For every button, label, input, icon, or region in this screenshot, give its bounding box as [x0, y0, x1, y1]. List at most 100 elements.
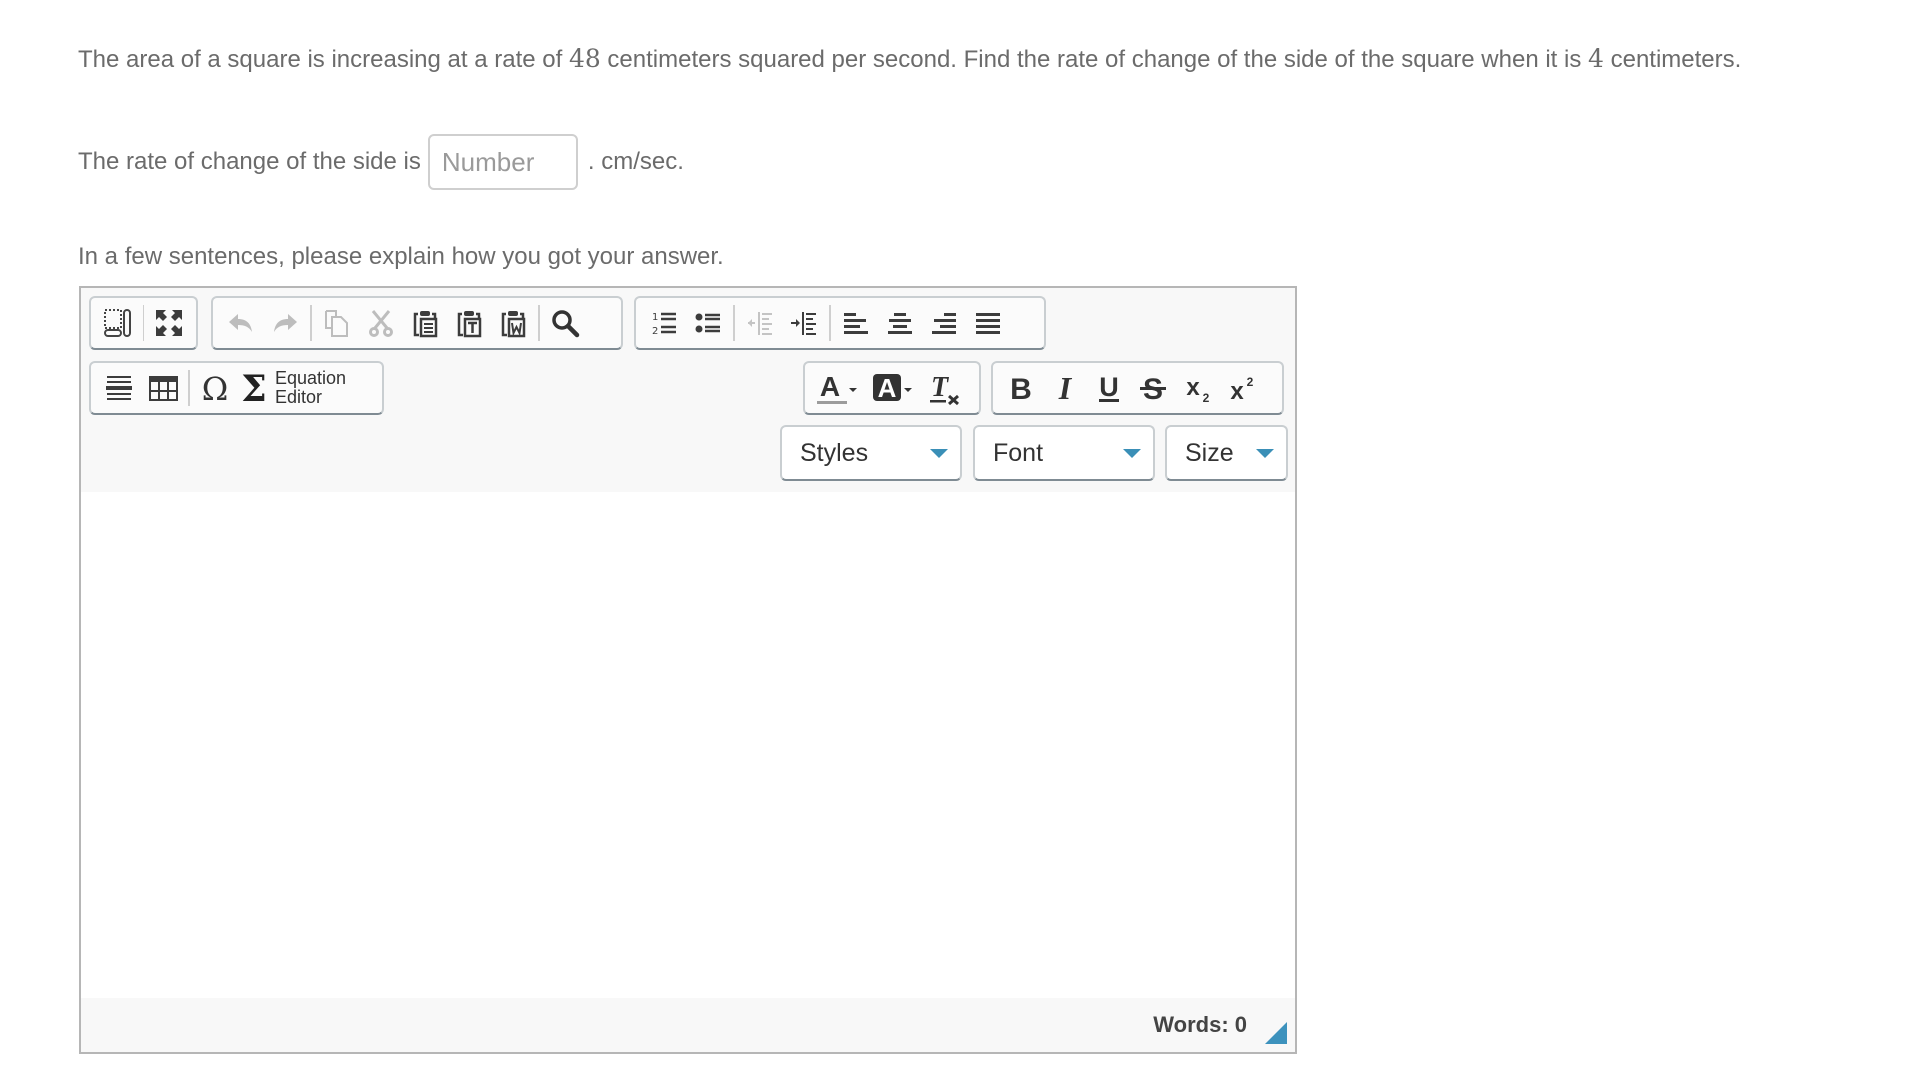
caret-down-icon: [1256, 449, 1274, 458]
undo-button[interactable]: [219, 301, 263, 345]
justify-icon: [976, 313, 1000, 334]
paste-as-text-button[interactable]: [447, 301, 491, 345]
size-dropdown-label: Size: [1185, 438, 1234, 467]
superscript-button[interactable]: x2: [1219, 366, 1263, 410]
find-button[interactable]: [543, 301, 587, 345]
toolbar-group-paragraph: 12: [634, 296, 1046, 350]
horizontal-line-icon: [106, 376, 132, 400]
svg-text:Ω: Ω: [202, 372, 229, 404]
equation-editor-button[interactable]: Σ Equation Editor: [237, 369, 346, 407]
editor-toolbar: 12 Ω Σ Equation Editor A A T B I U S x 2…: [81, 288, 1295, 494]
bold-button[interactable]: B: [999, 366, 1043, 410]
toolbar-group-view: [89, 296, 198, 350]
editor-content-area[interactable]: [81, 492, 1295, 1000]
resize-handle-icon[interactable]: [1265, 1022, 1287, 1044]
toolbar-group-clipboard: [211, 296, 623, 350]
undo-icon: [229, 314, 252, 332]
size-dropdown[interactable]: Size: [1165, 425, 1288, 481]
svg-text:I: I: [1058, 373, 1073, 403]
svg-text:Σ: Σ: [241, 371, 266, 405]
justify-button[interactable]: [966, 301, 1010, 345]
answer-prefix: The rate of change of the side is: [78, 148, 421, 175]
svg-text:1: 1: [652, 312, 658, 323]
styles-dropdown-label: Styles: [800, 438, 869, 467]
svg-text:x: x: [1186, 374, 1200, 401]
bold-icon: B: [1010, 373, 1032, 403]
italic-icon: I: [1058, 373, 1073, 403]
side-value: 4: [1588, 44, 1604, 73]
underline-button[interactable]: U: [1087, 366, 1131, 410]
align-center-button[interactable]: [878, 301, 922, 345]
svg-text:A: A: [820, 371, 840, 402]
toolbar-separator: [188, 370, 190, 406]
svg-text:2: 2: [652, 326, 658, 337]
remove-format-button[interactable]: T: [923, 366, 967, 410]
align-right-icon: [932, 313, 956, 334]
subscript-button[interactable]: x2: [1175, 366, 1219, 410]
maximize-icon: [155, 310, 182, 336]
font-dropdown[interactable]: Font: [973, 425, 1155, 481]
caret-down-icon: [930, 449, 948, 458]
answer-row: The rate of change of the side is . cm/s…: [78, 132, 684, 192]
align-center-icon: [888, 313, 912, 334]
toolbar-separator: [829, 305, 831, 341]
caret-down-icon: [1123, 449, 1141, 458]
word-count: Words: 0: [1153, 1012, 1247, 1037]
svg-text:A: A: [878, 373, 897, 403]
align-right-button[interactable]: [922, 301, 966, 345]
horizontal-line-button[interactable]: [97, 366, 141, 410]
toolbar-group-insert: Ω Σ Equation Editor: [89, 361, 384, 415]
rate-answer-input[interactable]: [427, 134, 578, 190]
align-left-icon: [844, 313, 868, 334]
text-color-button[interactable]: A: [811, 366, 867, 410]
question-part: centimeters.: [1603, 46, 1742, 73]
copy-button[interactable]: [315, 301, 359, 345]
question-part: The area of a square is increasing at a …: [78, 46, 569, 73]
numbered-list-button[interactable]: 12: [642, 301, 686, 345]
svg-text:T: T: [931, 372, 950, 403]
redo-icon: [274, 314, 297, 332]
svg-text:2: 2: [1247, 375, 1254, 389]
redo-button[interactable]: [263, 301, 307, 345]
toolbar-separator: [538, 305, 540, 341]
bulleted-list-icon: [695, 313, 720, 333]
superscript-icon: x2: [1230, 375, 1254, 403]
show-blocks-icon: [104, 309, 132, 337]
toolbar-separator: [310, 305, 312, 341]
svg-text:x: x: [1230, 378, 1244, 403]
paste-icon: [413, 311, 438, 338]
text-color-icon: A: [817, 371, 857, 404]
maximize-button[interactable]: [147, 301, 190, 345]
special-character-button[interactable]: Ω: [193, 366, 237, 410]
background-color-button[interactable]: A: [867, 366, 923, 410]
styles-dropdown[interactable]: Styles: [780, 425, 962, 481]
show-blocks-button[interactable]: [97, 301, 140, 345]
editor-status-bar: Words: 0: [81, 998, 1295, 1052]
paste-button[interactable]: [403, 301, 447, 345]
paste-from-word-button[interactable]: [491, 301, 535, 345]
strikethrough-icon: S: [1140, 373, 1166, 403]
paste-text-icon: [457, 311, 482, 338]
strikethrough-button[interactable]: S: [1131, 366, 1175, 410]
subscript-icon: x2: [1186, 374, 1209, 403]
toolbar-separator: [733, 305, 735, 341]
italic-button[interactable]: I: [1043, 366, 1087, 410]
bulleted-list-button[interactable]: [686, 301, 730, 345]
table-button[interactable]: [141, 366, 185, 410]
increase-indent-button[interactable]: [782, 301, 826, 345]
question-part: centimeters squared per second. Find the…: [600, 46, 1589, 73]
align-left-button[interactable]: [834, 301, 878, 345]
cut-button[interactable]: [359, 301, 403, 345]
question-text: The area of a square is increasing at a …: [78, 44, 1741, 74]
svg-text:B: B: [1010, 373, 1032, 403]
svg-text:U: U: [1099, 373, 1119, 402]
outdent-icon: [748, 312, 772, 335]
rich-text-editor: 12 Ω Σ Equation Editor A A T B I U S x 2…: [79, 286, 1297, 1054]
omega-icon: Ω: [202, 372, 229, 404]
copy-icon: [325, 310, 348, 337]
font-dropdown-label: Font: [993, 438, 1044, 467]
numbered-list-icon: 12: [652, 312, 676, 337]
decrease-indent-button[interactable]: [738, 301, 782, 345]
explain-prompt: In a few sentences, please explain how y…: [78, 243, 724, 270]
toolbar-group-colors: A A T: [803, 361, 981, 415]
